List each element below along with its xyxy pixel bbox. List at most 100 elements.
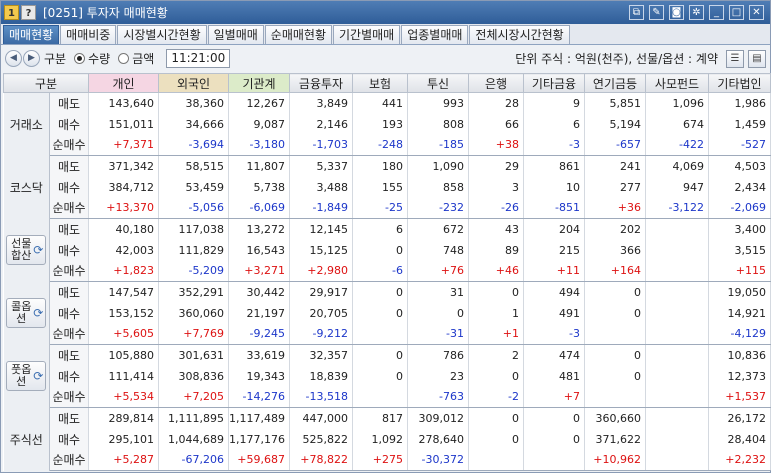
row-type-label: 매도 bbox=[49, 281, 89, 303]
market-toggle-button[interactable]: 콜옵션 ⟳ bbox=[6, 298, 47, 328]
control-bar: ◀ ▶ 구분 수량 금액 11:21:00 단위 주식 : 억원(천주), 선물… bbox=[1, 45, 770, 72]
market-group-label: 콜옵션 bbox=[11, 300, 32, 325]
table-cell: -422 bbox=[645, 134, 709, 156]
table-cell bbox=[645, 302, 709, 324]
refresh-icon[interactable]: ⟳ bbox=[33, 307, 43, 319]
table-cell: 1,459 bbox=[708, 113, 771, 135]
header-bank[interactable]: 은행 bbox=[468, 73, 524, 93]
header-insurance[interactable]: 보험 bbox=[352, 73, 408, 93]
refresh-icon[interactable]: ⟳ bbox=[33, 244, 43, 256]
header-investment-trust[interactable]: 투신 bbox=[407, 73, 469, 93]
radio-amount-dot[interactable] bbox=[118, 53, 130, 64]
tab-trade-ratio[interactable]: 매매비중 bbox=[60, 25, 117, 44]
tab-all-market-time[interactable]: 전체시장시간현황 bbox=[469, 25, 570, 44]
table-cell: 993 bbox=[407, 92, 469, 114]
window-title: [0251] 투자자 매매현황 bbox=[43, 6, 168, 20]
row-type-label: 순매수 bbox=[49, 197, 89, 219]
table-cell: 13,272 bbox=[228, 218, 290, 240]
minimize-icon[interactable]: _ bbox=[709, 5, 724, 20]
link-icon[interactable]: ⧉ bbox=[629, 5, 644, 20]
table-cell bbox=[645, 260, 709, 282]
next-arrow-icon[interactable]: ▶ bbox=[23, 50, 40, 67]
table-cell bbox=[645, 239, 709, 261]
table-cell: 0 bbox=[468, 365, 524, 387]
market-toggle-button[interactable]: 선물합산 ⟳ bbox=[6, 235, 47, 265]
market-toggle-button[interactable]: 풋옵션 ⟳ bbox=[3, 344, 50, 408]
table-row: 거래소 매도 143,640 38,360 12,267 3,849 441 993 28 9 5,… bbox=[3, 92, 771, 156]
table-cell: +46 bbox=[468, 260, 524, 282]
grid-view-icon[interactable]: ▤ bbox=[748, 49, 766, 68]
table-cell: 241 bbox=[584, 155, 646, 177]
radio-amount-label: 금액 bbox=[132, 52, 155, 66]
row-type-label: 순매수 bbox=[49, 260, 89, 282]
table-cell: -763 bbox=[407, 386, 469, 408]
table-cell: 4,503 bbox=[708, 155, 771, 177]
table-row: 매수 42,003 111,829 16,543 15,125 0 748 89 215 366 3… bbox=[4, 239, 771, 261]
table-cell: 371,342 bbox=[88, 155, 159, 177]
maximize-icon[interactable]: □ bbox=[729, 5, 744, 20]
table-cell: 0 bbox=[584, 365, 646, 387]
table-cell: +2,980 bbox=[289, 260, 353, 282]
tab-net-trade[interactable]: 순매매현황 bbox=[264, 25, 332, 44]
table-cell: 0 bbox=[584, 344, 646, 366]
table-cell: -1,703 bbox=[289, 134, 353, 156]
table-cell: -232 bbox=[407, 197, 469, 219]
header-individual[interactable]: 개인 bbox=[88, 73, 159, 93]
tab-market-time-status[interactable]: 시장별시간현황 bbox=[117, 25, 207, 44]
table-cell: 28,404 bbox=[708, 428, 771, 450]
table-cell bbox=[352, 323, 408, 345]
table-cell: 491 bbox=[523, 302, 585, 324]
table-cell: 9 bbox=[523, 92, 585, 114]
category-label: 구분 bbox=[44, 52, 67, 66]
note-icon[interactable]: ✎ bbox=[649, 5, 664, 20]
help-icon[interactable]: ? bbox=[21, 5, 36, 20]
table-cell: 143,640 bbox=[88, 92, 159, 114]
header-financial-investment[interactable]: 금융투자 bbox=[289, 73, 353, 93]
table-cell: 371,622 bbox=[584, 428, 646, 450]
table-cell: 308,836 bbox=[158, 365, 229, 387]
radio-amount[interactable]: 금액 bbox=[118, 50, 154, 67]
table-row: 순매수 +13,370 -5,056 -6,069 -1,849 -25 -232 -26 -8… bbox=[4, 197, 771, 219]
header-institution[interactable]: 기관계 bbox=[228, 73, 290, 93]
close-icon[interactable]: ✕ bbox=[749, 5, 764, 20]
market-group-label: 풋옵션 bbox=[11, 363, 32, 388]
market-toggle-button[interactable]: 풋옵션 ⟳ bbox=[6, 361, 47, 391]
table-row: 콜옵션 ⟳ 매도 147,547 352,291 30,442 29,917 0 31 0 494 0… bbox=[3, 281, 771, 345]
refresh-icon[interactable]: ⟳ bbox=[33, 370, 43, 382]
camera-icon[interactable]: ◙ bbox=[669, 5, 684, 20]
table-cell: -2,069 bbox=[708, 197, 771, 219]
list-view-icon[interactable]: ☰ bbox=[726, 49, 744, 68]
table-cell: 0 bbox=[468, 428, 524, 450]
market-toggle-button[interactable]: 선물합산 ⟳ bbox=[3, 218, 50, 282]
radio-quantity[interactable]: 수량 bbox=[74, 50, 110, 67]
table-cell bbox=[645, 386, 709, 408]
gear-icon[interactable]: ✲ bbox=[689, 5, 704, 20]
header-private-fund[interactable]: 사모펀드 bbox=[645, 73, 709, 93]
table-cell: -4,129 bbox=[708, 323, 771, 345]
table-cell: +275 bbox=[352, 449, 408, 471]
table-cell: -5,209 bbox=[158, 260, 229, 282]
table-cell: 817 bbox=[352, 407, 408, 429]
header-pension[interactable]: 연기금등 bbox=[584, 73, 646, 93]
tab-period-trade[interactable]: 기간별매매 bbox=[333, 25, 401, 44]
row-type-label: 순매수 bbox=[49, 449, 89, 471]
prev-arrow-icon[interactable]: ◀ bbox=[5, 50, 22, 67]
tab-trade-status[interactable]: 매매현황 bbox=[3, 25, 60, 44]
table-cell: 0 bbox=[352, 302, 408, 324]
time-input[interactable]: 11:21:00 bbox=[166, 49, 231, 68]
table-cell: 29 bbox=[468, 155, 524, 177]
table-cell: 3,849 bbox=[289, 92, 353, 114]
table-cell: 1,177,176 bbox=[228, 428, 290, 450]
radio-quantity-dot[interactable] bbox=[74, 53, 86, 64]
tab-daily-trade[interactable]: 일별매매 bbox=[207, 25, 264, 44]
tab-sector-trade[interactable]: 업종별매매 bbox=[401, 25, 469, 44]
header-other-corp[interactable]: 기타법인 bbox=[708, 73, 771, 93]
header-other-finance[interactable]: 기타금융 bbox=[523, 73, 585, 93]
table-cell: 441 bbox=[352, 92, 408, 114]
screen-number-badge[interactable]: 1 bbox=[4, 5, 19, 20]
table-cell: -6,069 bbox=[228, 197, 290, 219]
table-cell: 481 bbox=[523, 365, 585, 387]
market-toggle-button[interactable]: 콜옵션 ⟳ bbox=[3, 281, 50, 345]
header-foreign[interactable]: 외국인 bbox=[158, 73, 229, 93]
table-cell: 53,459 bbox=[158, 176, 229, 198]
